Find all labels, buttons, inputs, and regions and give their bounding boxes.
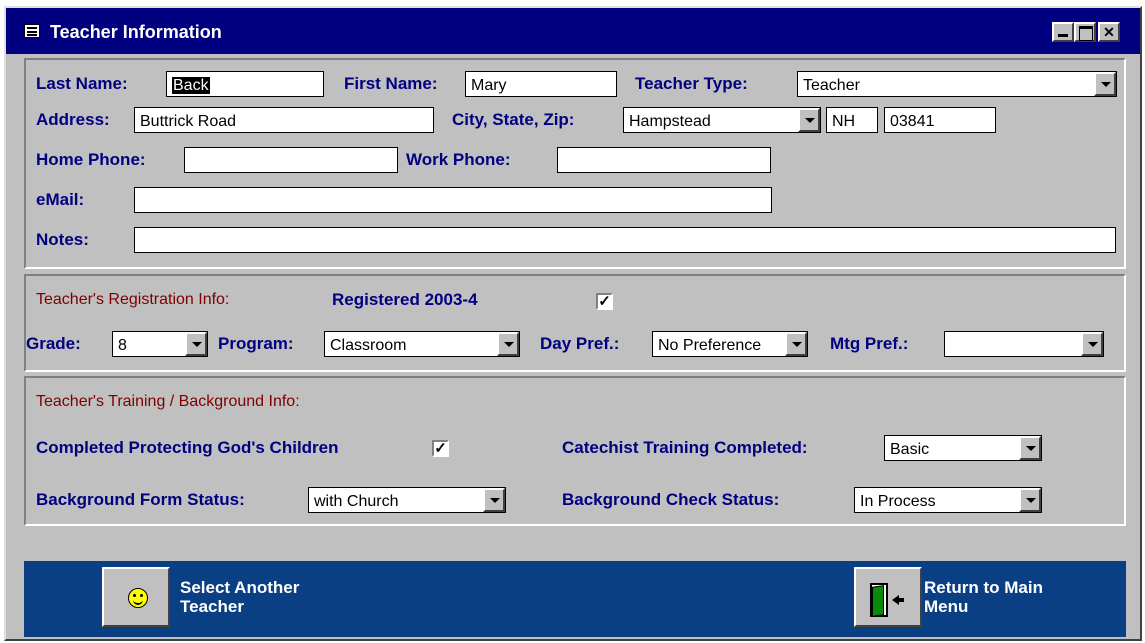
bg-form-value: with Church bbox=[314, 493, 399, 510]
chevron-down-icon[interactable] bbox=[785, 332, 807, 356]
teacher-type-select[interactable]: Teacher bbox=[797, 71, 1117, 97]
title-bar[interactable]: Teacher Information ✕ bbox=[6, 8, 1140, 54]
bg-check-select[interactable]: In Process bbox=[854, 487, 1042, 513]
return-to-main-menu-label[interactable]: Return to Main Menu bbox=[924, 578, 1043, 616]
catechist-select[interactable]: Basic bbox=[884, 435, 1042, 461]
chevron-down-icon[interactable] bbox=[185, 332, 207, 356]
state-value: NH bbox=[832, 113, 856, 130]
email-label: eMail: bbox=[36, 190, 85, 209]
check-icon: ✓ bbox=[434, 440, 447, 457]
chevron-down-icon[interactable] bbox=[497, 332, 519, 356]
city-state-zip-label: City, State, Zip: bbox=[452, 110, 575, 129]
minimize-button[interactable] bbox=[1052, 22, 1074, 42]
zip-field[interactable]: 03841 bbox=[884, 107, 996, 133]
last-name-field[interactable]: Back bbox=[166, 71, 324, 97]
city-select[interactable]: Hampstead bbox=[623, 107, 821, 133]
registration-section-label: Teacher's Registration Info: bbox=[36, 291, 230, 308]
program-value: Classroom bbox=[330, 337, 407, 354]
footer-bar: Select Another Teacher Return to Main Me… bbox=[24, 561, 1126, 637]
notes-label: Notes: bbox=[36, 230, 89, 249]
personal-info-panel: Last Name: Back First Name: Mary Teacher… bbox=[24, 58, 1126, 269]
email-field[interactable] bbox=[134, 187, 772, 213]
return-to-main-menu-button[interactable] bbox=[854, 567, 922, 627]
day-pref-select[interactable]: No Preference bbox=[652, 331, 808, 357]
bg-form-select[interactable]: with Church bbox=[308, 487, 506, 513]
catechist-label: Catechist Training Completed: bbox=[562, 438, 808, 457]
grade-select[interactable]: 8 bbox=[112, 331, 208, 357]
maximize-button[interactable] bbox=[1074, 22, 1096, 42]
window-title: Teacher Information bbox=[50, 22, 222, 42]
first-name-label: First Name: bbox=[344, 74, 438, 93]
chevron-down-icon[interactable] bbox=[483, 488, 505, 512]
registered-label: Registered 2003-4 bbox=[332, 290, 478, 309]
training-panel: Teacher's Training / Background Info: Co… bbox=[24, 376, 1126, 526]
home-phone-label: Home Phone: bbox=[36, 150, 146, 169]
day-pref-value: No Preference bbox=[658, 337, 762, 354]
grade-label: Grade: bbox=[26, 334, 81, 353]
address-label: Address: bbox=[36, 110, 110, 129]
exit-door-icon bbox=[870, 583, 904, 617]
teacher-type-label: Teacher Type: bbox=[635, 74, 748, 93]
chevron-down-icon[interactable] bbox=[1094, 72, 1116, 96]
registration-panel: Teacher's Registration Info: Registered … bbox=[24, 274, 1126, 372]
form-icon bbox=[24, 24, 40, 38]
program-select[interactable]: Classroom bbox=[324, 331, 520, 357]
first-name-field[interactable]: Mary bbox=[465, 71, 617, 97]
day-pref-label: Day Pref.: bbox=[540, 334, 620, 353]
bg-check-label: Background Check Status: bbox=[562, 490, 780, 509]
chevron-down-icon[interactable] bbox=[1081, 332, 1103, 356]
mtg-pref-select[interactable] bbox=[944, 331, 1104, 357]
mtg-pref-label: Mtg Pref.: bbox=[830, 334, 909, 353]
smiley-icon bbox=[128, 588, 148, 608]
registered-checkbox[interactable]: ✓ bbox=[596, 293, 613, 310]
zip-value: 03841 bbox=[890, 113, 935, 130]
teacher-information-window: Teacher Information ✕ Last Name: Back Fi… bbox=[4, 6, 1142, 641]
address-field[interactable]: Buttrick Road bbox=[134, 107, 434, 133]
protecting-label: Completed Protecting God's Children bbox=[36, 438, 339, 457]
bg-check-value: In Process bbox=[860, 493, 936, 510]
home-phone-field[interactable] bbox=[184, 147, 398, 173]
teacher-type-value: Teacher bbox=[803, 77, 860, 94]
chevron-down-icon[interactable] bbox=[798, 108, 820, 132]
check-icon: ✓ bbox=[598, 293, 611, 310]
close-button[interactable]: ✕ bbox=[1098, 22, 1120, 42]
work-phone-field[interactable] bbox=[557, 147, 771, 173]
address-value: Buttrick Road bbox=[140, 113, 237, 130]
grade-value: 8 bbox=[118, 337, 127, 354]
catechist-value: Basic bbox=[890, 441, 930, 458]
last-name-label: Last Name: bbox=[36, 74, 128, 93]
first-name-value: Mary bbox=[471, 77, 507, 94]
work-phone-label: Work Phone: bbox=[406, 150, 511, 169]
program-label: Program: bbox=[218, 334, 294, 353]
city-value: Hampstead bbox=[629, 113, 711, 130]
chevron-down-icon[interactable] bbox=[1019, 436, 1041, 460]
select-another-teacher-button[interactable] bbox=[102, 567, 170, 627]
chevron-down-icon[interactable] bbox=[1019, 488, 1041, 512]
last-name-value: Back bbox=[172, 77, 210, 94]
training-section-label: Teacher's Training / Background Info: bbox=[36, 393, 300, 410]
notes-field[interactable] bbox=[134, 227, 1116, 253]
select-another-teacher-label[interactable]: Select Another Teacher bbox=[180, 578, 299, 616]
protecting-checkbox[interactable]: ✓ bbox=[432, 440, 449, 457]
state-field[interactable]: NH bbox=[826, 107, 878, 133]
bg-form-label: Background Form Status: bbox=[36, 490, 245, 509]
